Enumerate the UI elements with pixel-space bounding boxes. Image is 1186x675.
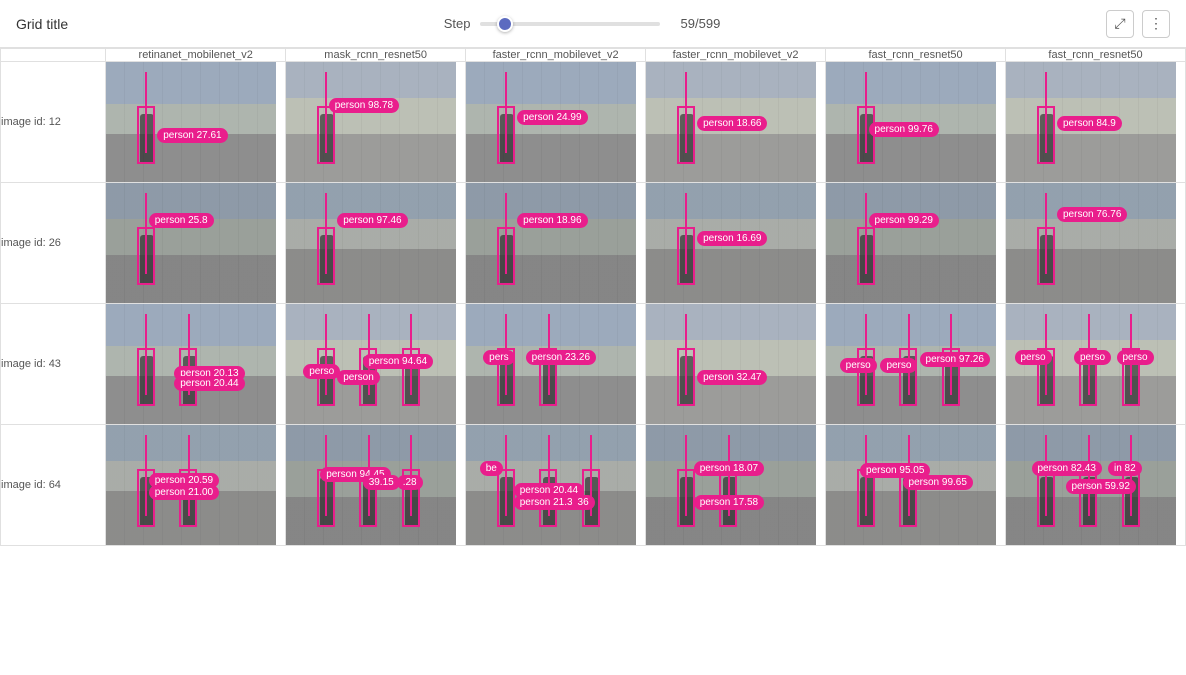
grid-cell[interactable]: persopersonperson 94.64 (286, 304, 466, 425)
grid-cell[interactable]: persopersoperson 97.26 (826, 304, 1006, 425)
row-label-3: image id: 64 (1, 425, 106, 546)
cell-image-container: person 27.61 (106, 62, 276, 182)
cell-image-container: persopersoperso (1006, 304, 1176, 424)
cell-image-container: person 24.99 (466, 62, 636, 182)
step-value: 59/599 (670, 16, 730, 31)
grid-cell[interactable]: person 99.76 (826, 62, 1006, 183)
cell-image-container: person 76.76 (1006, 183, 1176, 303)
grid-area: retinanet_mobilenet_v2 mask_rcnn_resnet5… (0, 48, 1186, 546)
grid-cell[interactable]: person 94.4539.15.28 (286, 425, 466, 546)
row-label-0: image id: 12 (1, 62, 106, 183)
grid-cell[interactable]: person 32.47 (646, 304, 826, 425)
grid-cell[interactable]: person 18.66 (646, 62, 826, 183)
table-row: image id: 64person 20.59person 21.00pers… (1, 425, 1186, 546)
cell-image-container: person 18.07person 17.58 (646, 425, 816, 545)
col-header-2: mask_rcnn_resnet50 (286, 49, 466, 62)
grid-title: Grid title (16, 16, 68, 32)
cell-image-container: person 98.78 (286, 62, 456, 182)
grid-cell[interactable]: person 99.29 (826, 183, 1006, 304)
cell-image-container: person 20.59person 21.00 (106, 425, 276, 545)
table-row: image id: 12person 27.61person 98.78pers… (1, 62, 1186, 183)
cell-image-container: person 18.66 (646, 62, 816, 182)
cell-image-container: person 18.96 (466, 183, 636, 303)
grid-cell[interactable]: person 16.69 (646, 183, 826, 304)
grid-cell[interactable]: persperson 23.26 (466, 304, 646, 425)
grid-cell[interactable]: person 97.46 (286, 183, 466, 304)
cell-image-container: person 25.8 (106, 183, 276, 303)
cell-image-container: persperson 23.26 (466, 304, 636, 424)
expand-icon[interactable]: ⤢ (1106, 10, 1134, 38)
app-root: Grid title Step 59/599 ⤢ ⋮ retinanet_mob… (0, 0, 1186, 546)
cell-image-container: beperson 20.44person 21.3336 (466, 425, 636, 545)
col-header-3: faster_rcnn_mobilevet_v2 (466, 49, 646, 62)
grid-cell[interactable]: person 76.76 (1006, 183, 1186, 304)
cell-image-container: persopersonperson 94.64 (286, 304, 456, 424)
grid-table: retinanet_mobilenet_v2 mask_rcnn_resnet5… (0, 48, 1186, 546)
cell-image-container: person 94.4539.15.28 (286, 425, 456, 545)
more-options-icon[interactable]: ⋮ (1142, 10, 1170, 38)
col-header-6: fast_rcnn_resnet50 (1006, 49, 1186, 62)
grid-cell[interactable]: person 18.07person 17.58 (646, 425, 826, 546)
row-label-1: image id: 26 (1, 183, 106, 304)
cell-image-container: person 16.69 (646, 183, 816, 303)
grid-cell[interactable]: persopersoperso (1006, 304, 1186, 425)
cell-image-container: persopersoperson 97.26 (826, 304, 996, 424)
col-header-1: retinanet_mobilenet_v2 (106, 49, 286, 62)
cell-image-container: person 97.46 (286, 183, 456, 303)
cell-image-container: person 82.43in 82person 59.92 (1006, 425, 1176, 545)
grid-cell[interactable]: beperson 20.44person 21.3336 (466, 425, 646, 546)
step-control: Step 59/599 (444, 16, 731, 31)
row-label-2: image id: 43 (1, 304, 106, 425)
cell-image-container: person 99.76 (826, 62, 996, 182)
step-slider[interactable] (480, 22, 660, 26)
grid-cell[interactable]: person 82.43in 82person 59.92 (1006, 425, 1186, 546)
grid-cell[interactable]: person 20.59person 21.00 (106, 425, 286, 546)
step-label: Step (444, 16, 471, 31)
top-bar: Grid title Step 59/599 ⤢ ⋮ (0, 0, 1186, 48)
cell-image-container: person 99.29 (826, 183, 996, 303)
cell-image-container: person 84.9 (1006, 62, 1176, 182)
cell-image-container: person 95.05person 99.65 (826, 425, 996, 545)
col-header-4: faster_rcnn_mobilevet_v2 (646, 49, 826, 62)
top-actions: ⤢ ⋮ (1106, 10, 1170, 38)
table-row: image id: 26person 25.8person 97.46perso… (1, 183, 1186, 304)
row-label-header (1, 49, 106, 62)
grid-cell[interactable]: person 24.99 (466, 62, 646, 183)
grid-cell[interactable]: person 27.61 (106, 62, 286, 183)
column-headers: retinanet_mobilenet_v2 mask_rcnn_resnet5… (1, 49, 1186, 62)
grid-cell[interactable]: person 25.8 (106, 183, 286, 304)
col-header-5: fast_rcnn_resnet50 (826, 49, 1006, 62)
table-row: image id: 43person 20.13person 20.44pers… (1, 304, 1186, 425)
grid-cell[interactable]: person 20.13person 20.44 (106, 304, 286, 425)
cell-image-container: person 32.47 (646, 304, 816, 424)
grid-cell[interactable]: person 98.78 (286, 62, 466, 183)
grid-cell[interactable]: person 95.05person 99.65 (826, 425, 1006, 546)
grid-cell[interactable]: person 84.9 (1006, 62, 1186, 183)
grid-cell[interactable]: person 18.96 (466, 183, 646, 304)
cell-image-container: person 20.13person 20.44 (106, 304, 276, 424)
